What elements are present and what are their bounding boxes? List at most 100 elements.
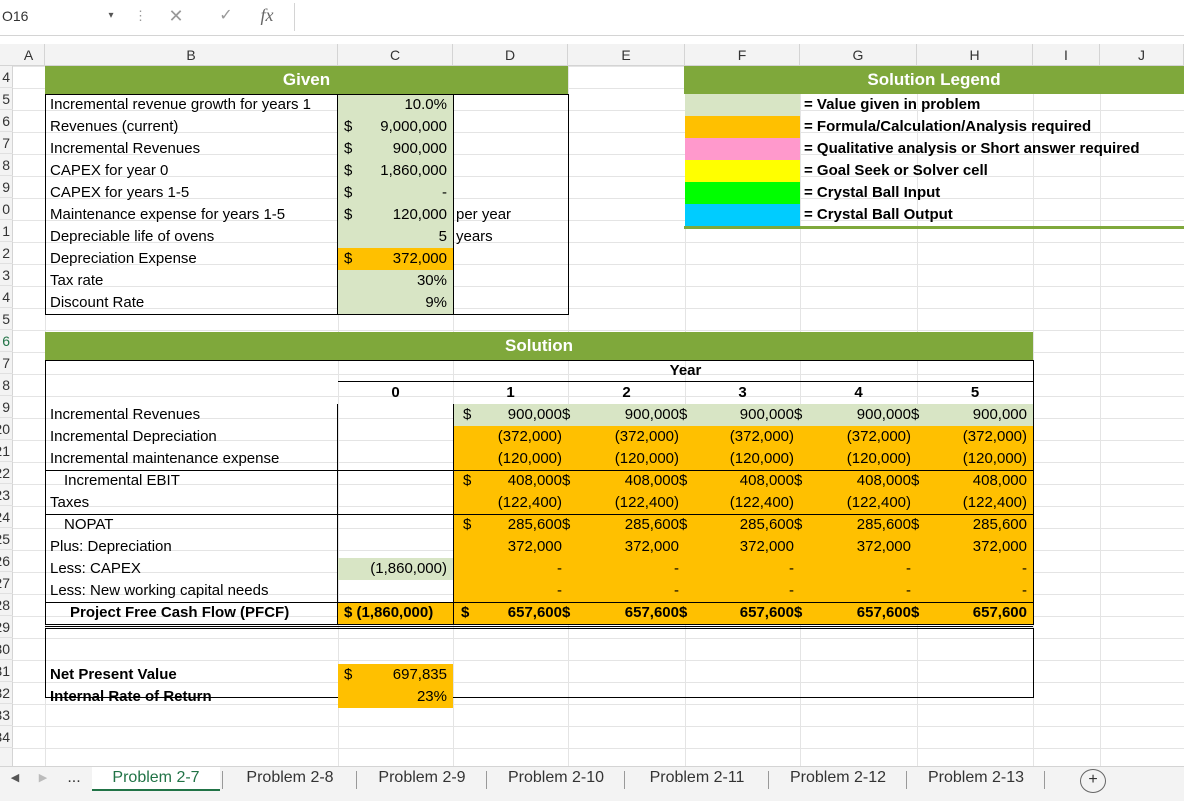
tab-separator <box>486 771 487 789</box>
sheet-tab[interactable]: Problem 2-8 <box>226 767 354 789</box>
row-number: 8 <box>2 157 10 173</box>
row-number: 23 <box>0 487 10 503</box>
row-header[interactable]: 1 <box>0 220 13 242</box>
row-header[interactable]: 33 <box>0 704 13 726</box>
cancel-icon[interactable]: ✕ <box>164 3 188 29</box>
insert-function-icon[interactable]: fx <box>252 3 282 29</box>
enter-check-icon[interactable]: ✓ <box>214 3 238 29</box>
sheet-tab[interactable]: Problem 2-12 <box>772 767 904 789</box>
npv-label: Net Present Value <box>50 666 177 683</box>
row-header[interactable]: 6 <box>0 110 13 132</box>
row-number: 33 <box>0 707 10 723</box>
row-header[interactable]: 31 <box>0 660 13 682</box>
solution-box <box>45 360 1034 625</box>
sheet-tab[interactable]: Problem 2-9 <box>360 767 484 789</box>
row-header[interactable]: 0 <box>0 198 13 220</box>
column-header-bar: ABCDEFGHIJ <box>0 44 1184 66</box>
given-box <box>45 94 569 315</box>
row-number: 25 <box>0 531 10 547</box>
row-number: 7 <box>2 135 10 151</box>
sheet-tab[interactable]: Problem 2-11 <box>628 767 766 789</box>
row-number: 29 <box>0 619 10 635</box>
row-header[interactable]: 25 <box>0 528 13 550</box>
next-sheet-icon[interactable]: ▶ <box>36 767 50 789</box>
sheet-tab[interactable]: Problem 2-7 <box>92 767 220 791</box>
row-header[interactable]: 8 <box>0 154 13 176</box>
row-header[interactable]: 20 <box>0 418 13 440</box>
row-number: 7 <box>2 355 10 371</box>
row-number: 26 <box>0 553 10 569</box>
row-number: 3 <box>2 267 10 283</box>
row-header[interactable]: 32 <box>0 682 13 704</box>
sheet-tab-bar: ◀ ▶... Problem 2-7 Problem 2-8 Problem 2-9 Pr… <box>0 766 1184 801</box>
row-header[interactable]: 5 <box>0 308 13 330</box>
row-header[interactable]: 28 <box>0 594 13 616</box>
legend-swatch <box>685 94 800 116</box>
pfcf-line <box>45 602 1033 603</box>
row-header[interactable]: 27 <box>0 572 13 594</box>
column-header-f[interactable]: F <box>685 44 800 66</box>
column-header-c[interactable]: C <box>338 44 453 66</box>
legend-header: Solution Legend <box>684 66 1184 94</box>
row-number: 24 <box>0 509 10 525</box>
row-header[interactable]: 9 <box>0 176 13 198</box>
given-header: Given <box>45 66 568 94</box>
sheet-tab[interactable]: Problem 2-10 <box>490 767 622 789</box>
legend-text: = Crystal Ball Input <box>804 184 941 201</box>
prev-sheet-icon[interactable]: ◀ <box>8 767 22 789</box>
row-header[interactable]: 6 <box>0 330 13 352</box>
legend-text: = Goal Seek or Solver cell <box>804 162 988 179</box>
legend-swatch <box>685 138 800 160</box>
row-header[interactable]: 21 <box>0 440 13 462</box>
row-header[interactable]: 5 <box>0 88 13 110</box>
row-number: 31 <box>0 663 10 679</box>
column-header-g[interactable]: G <box>800 44 917 66</box>
row-header[interactable]: 3 <box>0 264 13 286</box>
row-header[interactable]: 4 <box>0 286 13 308</box>
sheet-tab[interactable]: Problem 2-13 <box>910 767 1042 789</box>
column-header-j[interactable]: J <box>1100 44 1184 66</box>
nopat-line <box>45 514 1033 515</box>
row-number: 8 <box>2 377 10 393</box>
row-header[interactable]: 29 <box>0 616 13 638</box>
legend-swatch <box>685 204 800 226</box>
row-header[interactable]: 9 <box>0 396 13 418</box>
more-sheets-icon[interactable]: ... <box>62 767 86 789</box>
row-number: 27 <box>0 575 10 591</box>
column-header-a[interactable]: A <box>13 44 45 66</box>
row-header[interactable]: 22 <box>0 462 13 484</box>
tab-separator <box>768 771 769 789</box>
column-header-b[interactable]: B <box>45 44 338 66</box>
more-options-icon[interactable]: ⋮ <box>134 5 147 27</box>
row-header-bar: 4567890123456789202122232425262728293031… <box>0 66 13 766</box>
legend-text: = Crystal Ball Output <box>804 206 953 223</box>
name-box-dropdown-icon[interactable]: ▾ <box>102 3 120 29</box>
row-header[interactable]: 26 <box>0 550 13 572</box>
ebit-line <box>45 470 1033 471</box>
npv-value: 697,835 <box>392 666 447 683</box>
row-header[interactable]: 23 <box>0 484 13 506</box>
row-header[interactable]: 34 <box>0 726 13 748</box>
column-header-h[interactable]: H <box>917 44 1033 66</box>
column-header-i[interactable]: I <box>1033 44 1100 66</box>
row-number: 20 <box>0 421 10 437</box>
row-number: 2 <box>2 245 10 261</box>
column-header-d[interactable]: D <box>453 44 568 66</box>
row-number: 1 <box>2 223 10 239</box>
tab-separator <box>906 771 907 789</box>
row-header[interactable]: 4 <box>0 66 13 88</box>
legend-swatch <box>685 182 800 204</box>
row-header[interactable]: 8 <box>0 374 13 396</box>
formula-input[interactable] <box>294 3 1184 31</box>
row-header[interactable]: 24 <box>0 506 13 528</box>
row-number: 0 <box>2 201 10 217</box>
row-header[interactable]: 7 <box>0 132 13 154</box>
row-header[interactable]: 7 <box>0 352 13 374</box>
row-number: 30 <box>0 641 10 657</box>
row-header[interactable]: 2 <box>0 242 13 264</box>
legend-text: = Qualitative analysis or Short answer r… <box>804 140 1140 157</box>
add-sheet-icon[interactable]: + <box>1080 769 1106 793</box>
column-header-e[interactable]: E <box>568 44 685 66</box>
row-header[interactable]: 30 <box>0 638 13 660</box>
tab-separator <box>356 771 357 789</box>
